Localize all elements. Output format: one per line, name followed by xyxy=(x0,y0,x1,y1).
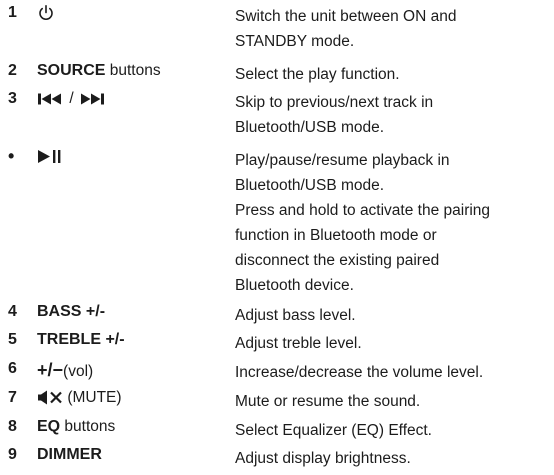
item-number: 9 xyxy=(8,446,17,463)
term-separator: / xyxy=(69,90,78,107)
term-bold: TREBLE +/- xyxy=(37,331,125,348)
item-number: 6 xyxy=(8,360,17,377)
item-term: +/−(vol) xyxy=(37,360,227,381)
desc-line: function in Bluetooth mode or xyxy=(235,227,437,244)
desc-line: Play/pause/resume playback in xyxy=(235,152,450,169)
item-description: Adjust display brightness. xyxy=(235,446,553,471)
term-bold: SOURCE xyxy=(37,62,106,79)
mute-icon xyxy=(37,389,67,406)
item-number: 8 xyxy=(8,418,17,435)
term-bold: +/− xyxy=(37,360,64,380)
item-description: Skip to previous/next track in Bluetooth… xyxy=(235,90,553,140)
item-term: (MUTE) xyxy=(37,389,227,407)
desc-line: Adjust bass level. xyxy=(235,307,356,324)
item-number: 3 xyxy=(8,90,17,107)
desc-line: Switch the unit between ON and xyxy=(235,8,457,25)
term-plain: (MUTE) xyxy=(67,389,122,406)
desc-line: Select the play function. xyxy=(235,66,400,83)
desc-line: Bluetooth/USB mode. xyxy=(235,119,385,136)
desc-line: STANDBY mode. xyxy=(235,33,355,50)
item-number: 1 xyxy=(8,4,17,21)
item-description: Select Equalizer (EQ) Effect. xyxy=(235,418,553,443)
item-term xyxy=(37,4,227,22)
item-term: BASS +/- xyxy=(37,303,227,321)
desc-line: Select Equalizer (EQ) Effect. xyxy=(235,422,432,439)
item-term: SOURCE buttons xyxy=(37,62,227,80)
item-description: Adjust treble level. xyxy=(235,331,553,356)
term-bold: DIMMER xyxy=(37,446,102,463)
item-term: TREBLE +/- xyxy=(37,331,227,349)
desc-line: Increase/decrease the volume level. xyxy=(235,364,484,381)
item-term: EQ buttons xyxy=(37,418,227,436)
desc-line: Mute or resume the sound. xyxy=(235,393,421,410)
power-icon xyxy=(37,4,55,21)
item-description: Play/pause/resume playback in Bluetooth/… xyxy=(235,148,553,298)
item-description: Adjust bass level. xyxy=(235,303,553,328)
term-plain: (vol) xyxy=(63,363,94,380)
desc-line: disconnect the existing paired xyxy=(235,252,440,269)
skip-next-icon xyxy=(78,90,106,107)
skip-previous-icon xyxy=(37,90,69,107)
desc-line: Bluetooth device. xyxy=(235,277,354,294)
item-term xyxy=(37,148,227,166)
item-number: 7 xyxy=(8,389,17,406)
item-description: Switch the unit between ON and STANDBY m… xyxy=(235,4,553,54)
term-bold: EQ xyxy=(37,418,61,435)
item-number: 2 xyxy=(8,62,17,79)
item-description: Mute or resume the sound. xyxy=(235,389,553,414)
item-term: / xyxy=(37,90,227,108)
term-bold: BASS +/- xyxy=(37,303,106,320)
item-description: Select the play function. xyxy=(235,62,553,87)
desc-line: Skip to previous/next track in xyxy=(235,94,434,111)
desc-line: Adjust treble level. xyxy=(235,335,362,352)
term-plain: buttons xyxy=(60,418,116,435)
desc-line: Adjust display brightness. xyxy=(235,450,411,467)
desc-line: Press and hold to activate the pairing xyxy=(235,202,491,219)
item-description: Increase/decrease the volume level. xyxy=(235,360,553,385)
item-number: 4 xyxy=(8,303,17,320)
item-term: DIMMER xyxy=(37,446,227,464)
controls-list: 1 Switch the unit between ON and STANDBY… xyxy=(0,0,554,475)
desc-line: Bluetooth/USB mode. xyxy=(235,177,385,194)
term-plain: buttons xyxy=(105,62,161,79)
item-number: 5 xyxy=(8,331,17,348)
play-pause-icon xyxy=(37,148,63,165)
item-bullet: • xyxy=(8,146,15,166)
